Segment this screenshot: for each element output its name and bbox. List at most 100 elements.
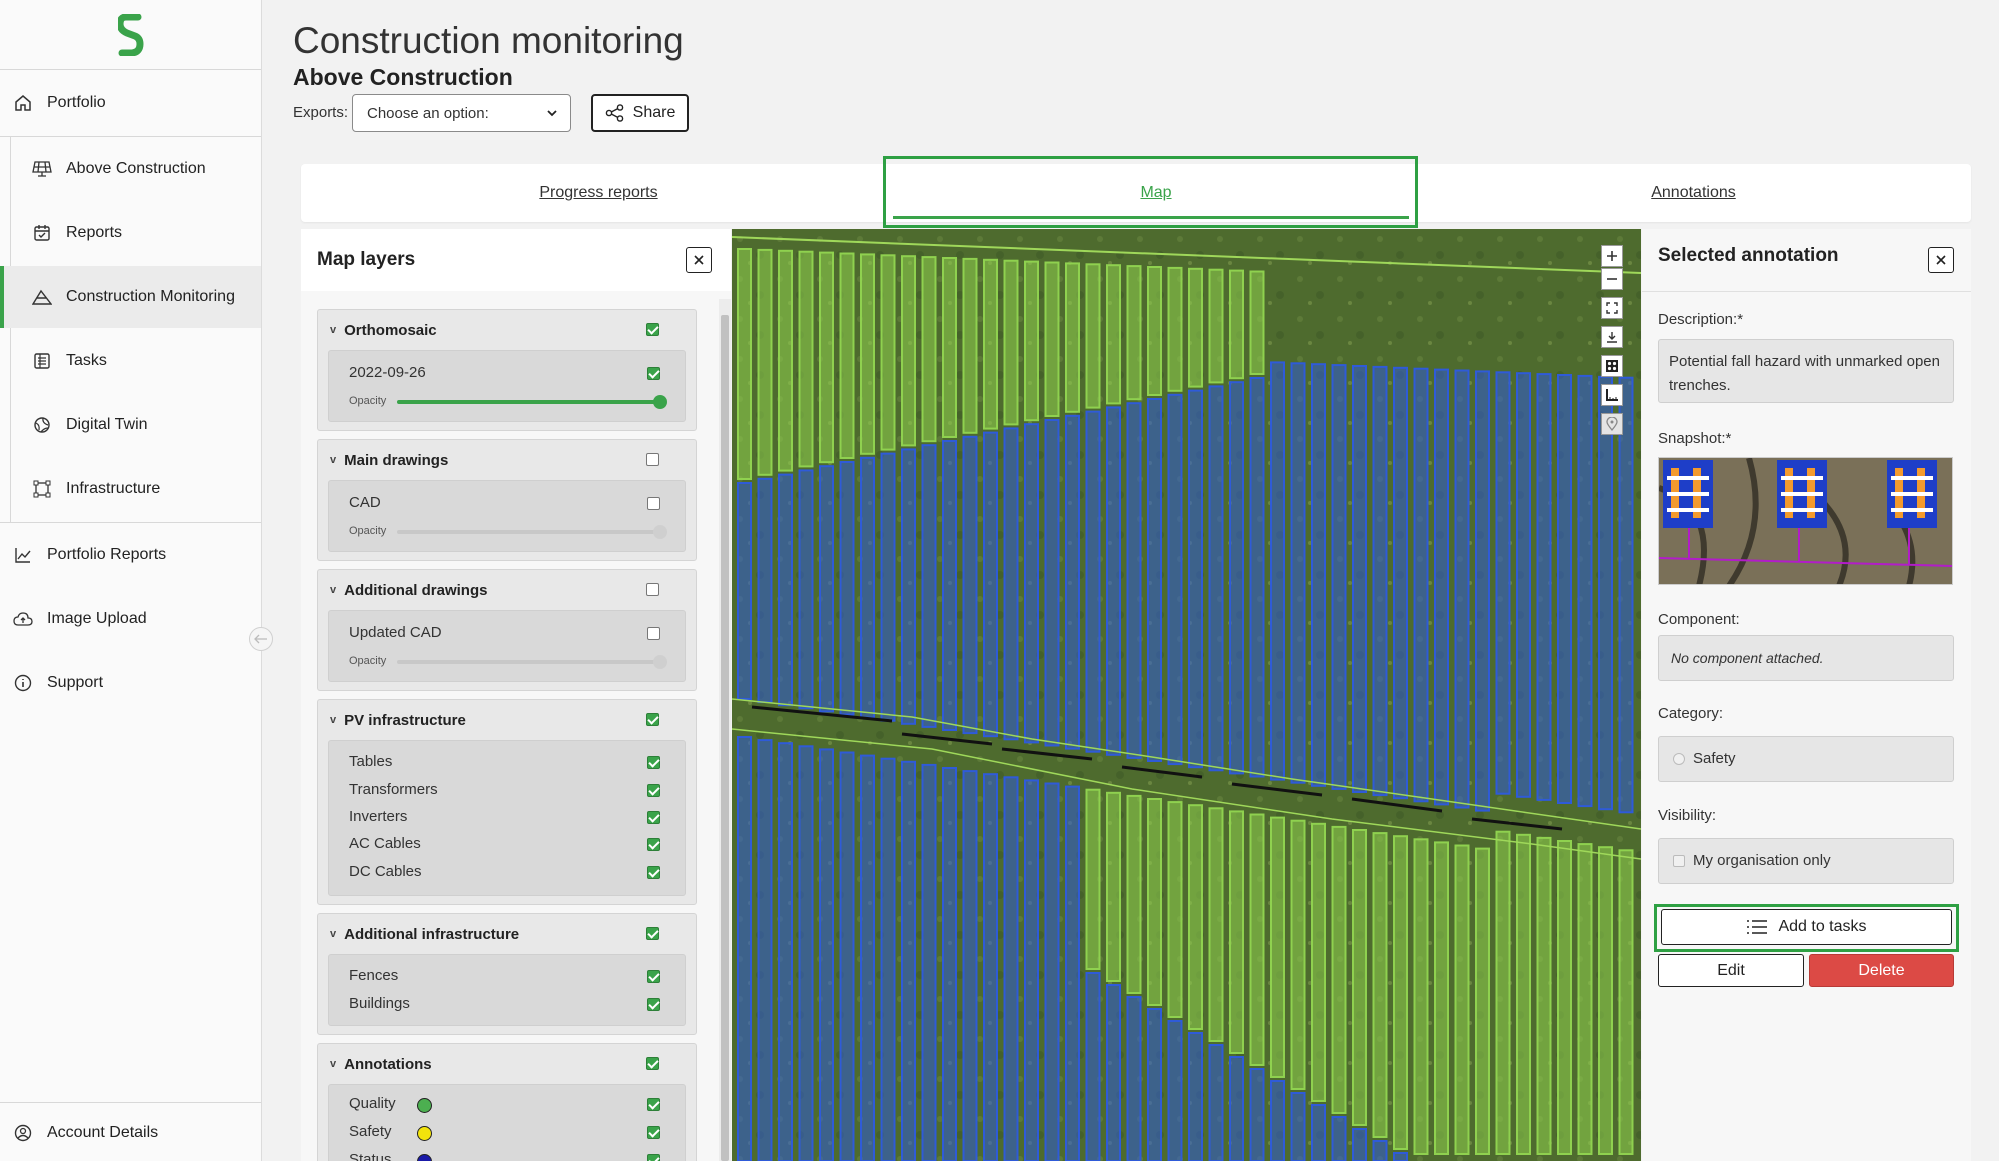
pv-table-row[interactable] xyxy=(1024,260,1039,422)
pv-table-row[interactable] xyxy=(1352,365,1367,793)
visibility-field[interactable]: My organisation only xyxy=(1658,838,1954,884)
pv-table-row[interactable] xyxy=(839,252,855,459)
pv-table-row[interactable] xyxy=(1208,1044,1224,1161)
pv-table-row[interactable] xyxy=(1290,819,1306,1090)
pv-table-row[interactable] xyxy=(1147,798,1162,1006)
collapse-sidebar-button[interactable] xyxy=(249,627,273,651)
pv-table-row[interactable] xyxy=(1516,833,1531,1155)
opacity-slider-thumb[interactable] xyxy=(653,525,667,539)
layer-group-header[interactable]: v Orthomosaic xyxy=(318,310,696,350)
close-annotation-button[interactable] xyxy=(1928,247,1954,273)
pv-table-row[interactable] xyxy=(880,254,896,451)
sidebar-item-account-details[interactable]: Account Details xyxy=(0,1105,261,1161)
pv-table-row[interactable] xyxy=(1557,840,1572,1155)
pv-table-row[interactable] xyxy=(1495,830,1511,1155)
pv-table-row[interactable] xyxy=(1270,1080,1285,1161)
pv-table-row[interactable] xyxy=(1147,266,1162,396)
pv-table-row[interactable] xyxy=(1003,259,1019,426)
pv-table-row[interactable] xyxy=(1044,782,1060,1161)
pv-table-row[interactable] xyxy=(921,763,937,1161)
pv-table-row[interactable] xyxy=(1352,1128,1367,1161)
pv-table-row[interactable] xyxy=(1393,835,1408,1150)
pv-table-row[interactable] xyxy=(1229,1056,1244,1161)
pv-table-row[interactable] xyxy=(1270,816,1285,1078)
pv-table-row[interactable] xyxy=(1249,813,1265,1066)
pv-table-row[interactable] xyxy=(1085,788,1101,971)
pv-table-row[interactable] xyxy=(1413,367,1429,803)
layer-item-checkbox[interactable] xyxy=(647,756,660,769)
pv-table-row[interactable] xyxy=(1167,1020,1183,1161)
pv-table-row[interactable] xyxy=(819,465,834,713)
component-field[interactable]: No component attached. xyxy=(1658,635,1954,681)
pv-table-row[interactable] xyxy=(1126,402,1142,759)
share-button[interactable]: Share xyxy=(591,94,689,132)
pv-table-row[interactable] xyxy=(1413,838,1429,1155)
pv-table-row[interactable] xyxy=(1208,385,1224,772)
layer-group-header[interactable]: v Annotations xyxy=(318,1044,696,1084)
pv-table-row[interactable] xyxy=(839,461,855,716)
pv-table-row[interactable] xyxy=(1249,1068,1265,1161)
opacity-slider-thumb[interactable] xyxy=(653,395,667,409)
sidebar-item-above-construction[interactable]: Above Construction xyxy=(0,138,261,200)
opacity-slider[interactable] xyxy=(397,525,667,539)
pv-table-row[interactable] xyxy=(942,440,957,731)
exports-select[interactable]: Choose an option: xyxy=(352,94,571,132)
pv-table-row[interactable] xyxy=(1393,1152,1408,1161)
category-field[interactable]: Safety xyxy=(1658,736,1954,782)
opacity-slider[interactable] xyxy=(397,655,667,669)
pv-table-row[interactable] xyxy=(1188,267,1203,388)
pv-table-row[interactable] xyxy=(757,739,773,1161)
pv-table-row[interactable] xyxy=(1065,262,1080,413)
tab-progress-reports[interactable]: Progress reports xyxy=(301,164,896,222)
layer-group-checkbox[interactable] xyxy=(646,713,659,726)
pv-table-row[interactable] xyxy=(1270,361,1285,781)
pv-table-row[interactable] xyxy=(1126,265,1142,401)
map-view[interactable] xyxy=(732,229,1641,1161)
pv-table-row[interactable] xyxy=(1208,807,1224,1042)
pv-table-row[interactable] xyxy=(1188,389,1203,769)
pv-table-row[interactable] xyxy=(983,258,998,430)
pv-table-row[interactable] xyxy=(1454,844,1470,1155)
pv-table-row[interactable] xyxy=(1577,843,1593,1155)
pv-table-row[interactable] xyxy=(1126,794,1142,995)
opacity-slider[interactable] xyxy=(397,395,667,409)
pv-table-row[interactable] xyxy=(1516,372,1531,798)
pv-table-row[interactable] xyxy=(1331,1116,1347,1161)
pv-table-row[interactable] xyxy=(778,742,793,1161)
pv-table-row[interactable] xyxy=(1106,264,1121,405)
pv-table-row[interactable] xyxy=(1331,364,1347,790)
pv-table-row[interactable] xyxy=(1085,263,1101,409)
pv-table-row[interactable] xyxy=(737,248,752,480)
pv-table-row[interactable] xyxy=(1167,393,1183,766)
pv-table-row[interactable] xyxy=(1003,776,1019,1161)
pv-table-row[interactable] xyxy=(1188,1032,1203,1161)
layer-item-checkbox[interactable] xyxy=(647,1098,660,1111)
pv-table-row[interactable] xyxy=(1536,373,1552,801)
layer-group-header[interactable]: v Additional drawings xyxy=(318,570,696,610)
pv-table-row[interactable] xyxy=(962,770,978,1161)
sidebar-item-tasks[interactable]: Tasks xyxy=(0,330,261,392)
close-layers-button[interactable] xyxy=(686,247,712,273)
pv-table-row[interactable] xyxy=(1188,804,1203,1031)
pv-table-row[interactable] xyxy=(1372,832,1388,1138)
sidebar-item-portfolio[interactable]: Portfolio xyxy=(0,72,261,134)
pv-table-row[interactable] xyxy=(1290,362,1306,784)
pv-table-row[interactable] xyxy=(1536,836,1552,1156)
sidebar-item-image-upload[interactable]: Image Upload xyxy=(0,588,261,650)
edit-button[interactable]: Edit xyxy=(1658,954,1804,987)
pv-table-row[interactable] xyxy=(1557,374,1572,804)
pv-table-row[interactable] xyxy=(983,431,998,738)
pv-table-row[interactable] xyxy=(1024,779,1039,1161)
pv-table-row[interactable] xyxy=(1434,841,1449,1156)
pv-table-row[interactable] xyxy=(778,473,793,707)
pv-table-row[interactable] xyxy=(757,248,773,476)
sidebar-item-portfolio-reports[interactable]: Portfolio Reports xyxy=(0,524,261,586)
pv-table-row[interactable] xyxy=(1352,829,1367,1126)
layer-group-header[interactable]: v Additional infrastructure xyxy=(318,914,696,954)
pv-table-row[interactable] xyxy=(1475,847,1490,1155)
pv-table-row[interactable] xyxy=(1106,791,1121,982)
sidebar-item-construction-monitoring[interactable]: Construction Monitoring xyxy=(0,266,261,328)
pv-table-row[interactable] xyxy=(839,751,855,1161)
tab-annotations[interactable]: Annotations xyxy=(1416,164,1971,222)
layer-item-checkbox[interactable] xyxy=(647,367,660,380)
